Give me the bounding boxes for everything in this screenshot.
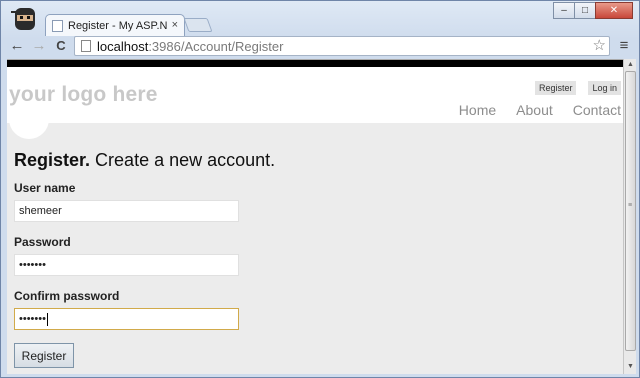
vertical-scrollbar[interactable]: ▲ ≡ ▼ — [623, 59, 636, 374]
scrollbar-grip-icon: ≡ — [628, 202, 633, 209]
forward-icon[interactable]: → — [30, 37, 48, 55]
url-host: localhost — [97, 38, 149, 54]
scroll-up-icon[interactable]: ▲ — [626, 60, 635, 69]
login-link[interactable]: Log in — [588, 81, 621, 95]
reload-icon[interactable]: C — [52, 37, 70, 55]
new-tab-button[interactable] — [183, 18, 213, 32]
scroll-down-icon[interactable]: ▼ — [626, 362, 635, 371]
password-field[interactable]: ••••••• — [14, 254, 239, 276]
header-black-bar — [7, 60, 623, 67]
maximize-button[interactable]: □ — [574, 2, 596, 19]
username-label: User name — [14, 181, 76, 195]
browser-menu-icon[interactable]: ≡ — [616, 37, 632, 55]
page-title-rest: Create a new account. — [90, 150, 276, 170]
main-nav: Home About Contact — [459, 102, 621, 118]
close-window-button[interactable]: ✕ — [595, 2, 633, 19]
page-viewport: your logo here Register Log in Home Abou… — [7, 59, 623, 374]
address-bar[interactable]: localhost:3986/Account/Register ☆ — [74, 36, 610, 56]
nav-about[interactable]: About — [516, 102, 553, 118]
browser-toolbar: ← → C localhost:3986/Account/Register ☆ … — [2, 36, 638, 58]
login-links: Register Log in — [534, 81, 621, 95]
nav-home[interactable]: Home — [459, 102, 496, 118]
browser-window: Register - My ASP.NET MV × – □ ✕ ← → C l… — [0, 0, 640, 378]
text-caret — [46, 312, 48, 326]
register-link[interactable]: Register — [534, 81, 577, 95]
scrollbar-thumb[interactable]: ≡ — [625, 71, 636, 351]
page-title-strong: Register. — [14, 150, 91, 170]
site-header: your logo here Register Log in Home Abou… — [7, 67, 623, 139]
close-tab-icon[interactable]: × — [172, 19, 178, 31]
confirm-password-value: ••••••• — [19, 313, 46, 325]
username-field[interactable]: shemeer — [14, 200, 239, 222]
password-label: Password — [14, 235, 71, 249]
minimize-button[interactable]: – — [553, 2, 575, 19]
password-value: ••••••• — [19, 259, 46, 271]
confirm-password-field[interactable]: ••••••• — [14, 308, 239, 330]
tab-register[interactable]: Register - My ASP.NET MV × — [45, 14, 185, 36]
site-logo[interactable]: your logo here — [9, 83, 158, 107]
register-button[interactable]: Register — [14, 343, 74, 368]
register-form: Register. Create a new account. User nam… — [7, 123, 623, 368]
page-icon — [81, 40, 91, 52]
browser-profile-icon[interactable] — [11, 5, 39, 35]
nav-contact[interactable]: Contact — [573, 102, 621, 118]
url-path: :3986/Account/Register — [148, 38, 284, 54]
window-controls: – □ ✕ — [553, 2, 633, 19]
title-bar: Register - My ASP.NET MV × – □ ✕ — [1, 1, 639, 36]
back-icon[interactable]: ← — [8, 37, 26, 55]
page-title: Register. Create a new account. — [14, 150, 623, 171]
page-favicon-icon — [52, 19, 63, 32]
confirm-password-label: Confirm password — [14, 289, 120, 303]
tab-title: Register - My ASP.NET MV — [68, 19, 168, 32]
bookmark-star-icon[interactable]: ☆ — [593, 37, 606, 55]
username-value: shemeer — [19, 205, 62, 217]
